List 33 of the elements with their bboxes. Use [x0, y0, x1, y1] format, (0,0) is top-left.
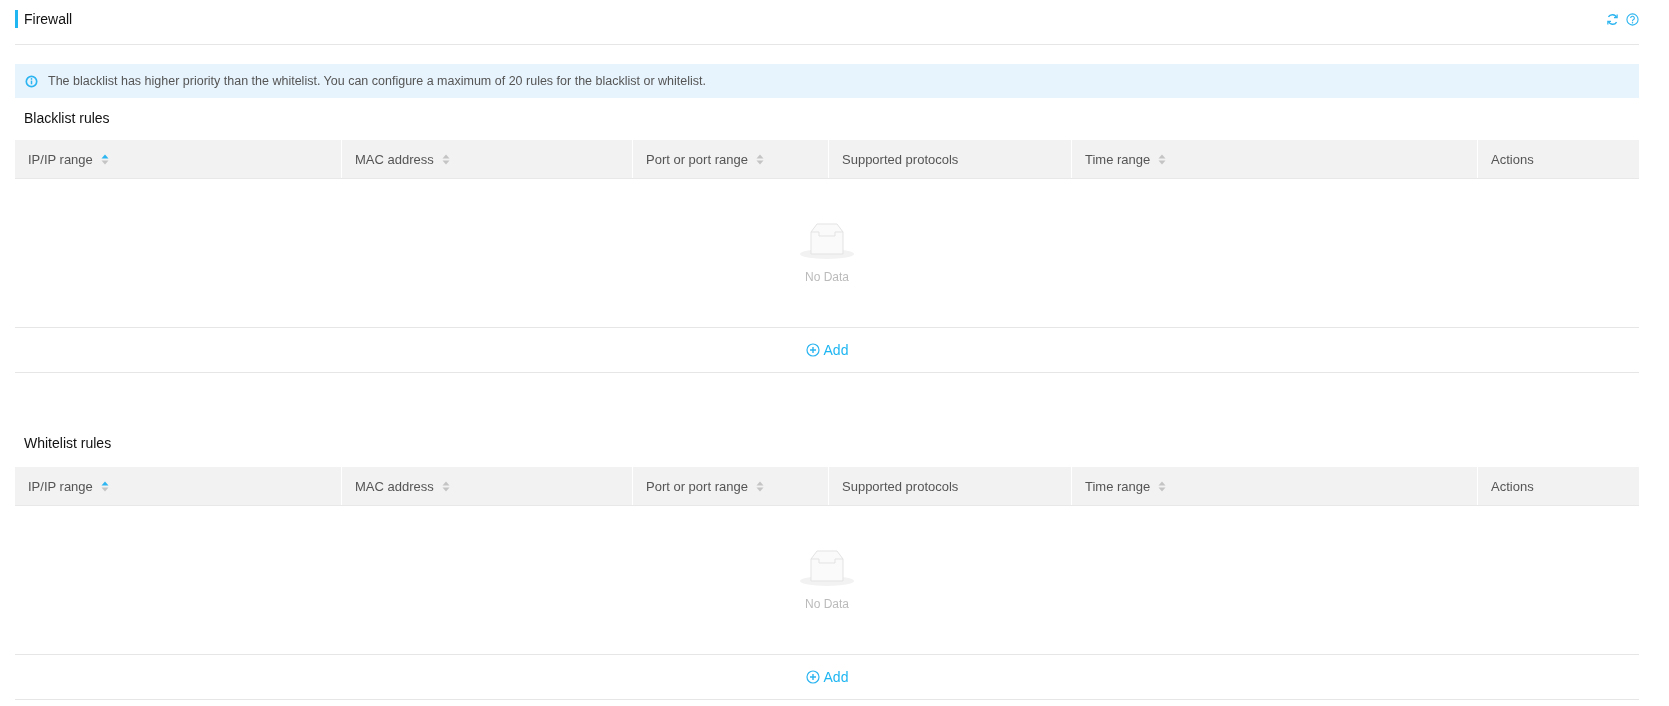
- column-header[interactable]: MAC address: [341, 140, 632, 178]
- sort-icon[interactable]: [100, 153, 109, 165]
- sort-icon[interactable]: [441, 480, 450, 492]
- empty-box-icon: [799, 222, 855, 260]
- sort-icon[interactable]: [441, 153, 450, 165]
- column-header: Actions: [1477, 140, 1639, 178]
- column-header[interactable]: Time range: [1071, 467, 1477, 505]
- empty-message: No Data: [805, 270, 849, 284]
- help-icon[interactable]: [1626, 12, 1639, 26]
- empty-message: No Data: [805, 597, 849, 611]
- section-title: Blacklist rules: [23, 109, 111, 128]
- sort-icon[interactable]: [1158, 153, 1167, 165]
- info-text: The blacklist has higher priority than the whitelist. You can configure a maximum of 20 rules for the blacklist or whitelist.: [48, 74, 706, 88]
- sort-icon[interactable]: [755, 153, 764, 165]
- sort-icon[interactable]: [1158, 480, 1167, 492]
- sort-icon[interactable]: [755, 480, 764, 492]
- page-title: Firewall: [15, 10, 73, 28]
- refresh-icon[interactable]: [1606, 12, 1619, 26]
- column-header: Actions: [1477, 467, 1639, 505]
- column-header: Supported protocols: [828, 467, 1071, 505]
- column-header[interactable]: Port or port range: [632, 140, 828, 178]
- plus-circle-icon: [805, 670, 820, 684]
- sort-icon[interactable]: [100, 480, 109, 492]
- column-header[interactable]: IP/IP range: [15, 140, 341, 178]
- column-header[interactable]: MAC address: [341, 467, 632, 505]
- column-header[interactable]: Port or port range: [632, 467, 828, 505]
- column-header: Supported protocols: [828, 140, 1071, 178]
- info-icon: [25, 74, 38, 88]
- section-title: Whitelist rules: [23, 434, 113, 453]
- column-header[interactable]: Time range: [1071, 140, 1477, 178]
- column-header[interactable]: IP/IP range: [15, 467, 341, 505]
- empty-box-icon: [799, 549, 855, 587]
- plus-circle-icon: [805, 343, 820, 357]
